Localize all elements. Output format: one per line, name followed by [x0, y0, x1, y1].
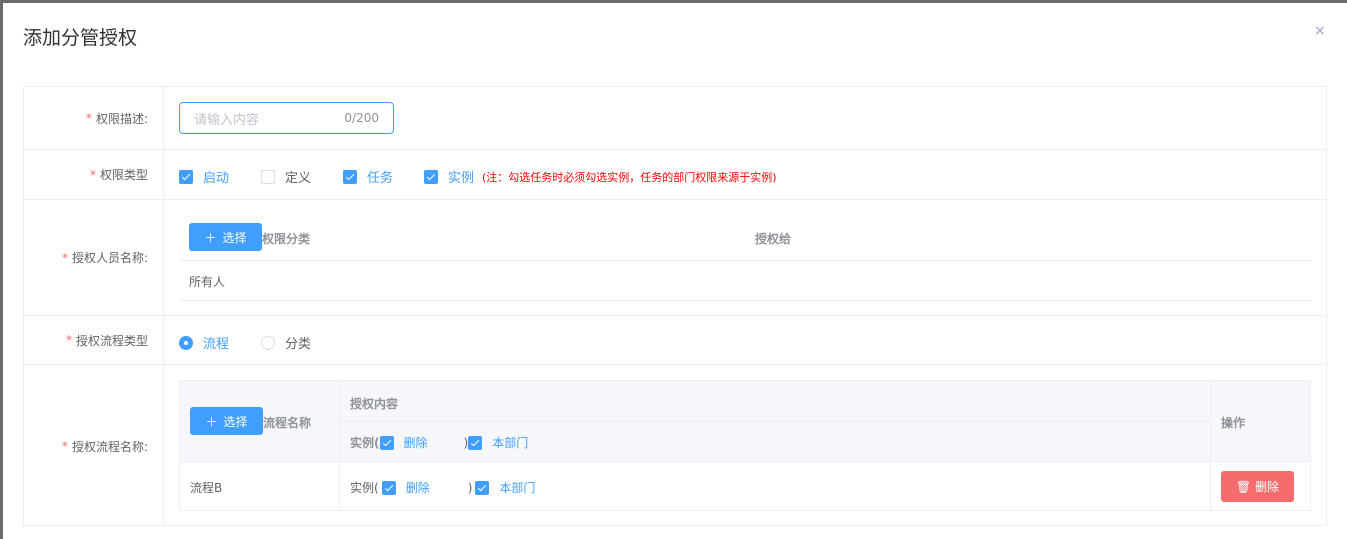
- checkbox-start[interactable]: 启动: [179, 167, 229, 186]
- dept-label: 本部门: [499, 481, 536, 495]
- row-content-options: 实例( 删除 ) 本部门: [350, 479, 535, 496]
- delete-label: 删除: [403, 436, 428, 450]
- table-row-category: 所有人: [189, 275, 226, 289]
- required-mark: *: [61, 439, 68, 453]
- instance-prefix: 实例(: [350, 481, 379, 495]
- delete-row-button[interactable]: 🗑 删除: [1221, 471, 1294, 502]
- button-label: 选择: [223, 414, 248, 429]
- close-icon[interactable]: ×: [1314, 23, 1326, 39]
- checkbox-icon[interactable]: [261, 169, 275, 184]
- label: 权限类型: [99, 168, 148, 182]
- plus-icon: ＋: [205, 414, 218, 429]
- close-paren: ): [467, 480, 473, 495]
- select-flows-button[interactable]: ＋ 选择: [190, 407, 263, 435]
- permission-description-input[interactable]: 请输入内容 0/200: [179, 102, 394, 134]
- checkbox-define[interactable]: 定义: [261, 167, 311, 186]
- required-mark: *: [65, 333, 72, 347]
- flows-table: ＋ 选择 流程名称 授权内容 操作 实例( 删除 ) 本部门 流程B 实例( 删除…: [179, 380, 1311, 511]
- checkbox-task[interactable]: 任务: [343, 167, 393, 186]
- permission-type-note: (注：勾选任务时必须勾选实例，任务的部门权限来源于实例): [482, 171, 777, 184]
- row-dept-checkbox[interactable]: [475, 480, 490, 495]
- row-flow-type: * 授权流程类型 流程 分类: [24, 316, 1326, 365]
- checkbox-icon[interactable]: [179, 169, 193, 184]
- select-persons-button[interactable]: ＋ 选择: [189, 223, 262, 251]
- button-label: 选择: [222, 230, 247, 245]
- header-delete-checkbox[interactable]: [379, 435, 394, 450]
- delete-label: 删除: [405, 481, 430, 495]
- radio-icon[interactable]: [179, 335, 193, 350]
- checkbox-icon[interactable]: [424, 169, 438, 184]
- column-header-action: 操作: [1221, 416, 1246, 430]
- label: 权限描述:: [95, 111, 148, 126]
- column-header-category: 权限分类: [262, 232, 311, 246]
- instance-prefix: 实例(: [350, 436, 380, 450]
- dialog-title: 添加分管授权: [23, 27, 138, 49]
- label: 授权人员名称:: [71, 251, 148, 265]
- label: 授权流程名称:: [71, 439, 148, 454]
- required-mark: *: [85, 111, 92, 125]
- radio-flow[interactable]: 流程: [179, 333, 229, 352]
- radio-label: 流程: [203, 337, 230, 352]
- header-dept-checkbox[interactable]: [468, 435, 483, 450]
- authorization-form: * 权限描述: 请输入内容 0/200 * 权限类型 启动 定义 任务 实例 (注：…: [23, 86, 1327, 527]
- checkbox-label: 任务: [367, 171, 394, 186]
- flow-name-cell: 流程B: [190, 481, 223, 495]
- radio-label: 分类: [285, 337, 312, 352]
- column-header-granted-to: 授权给: [755, 232, 792, 246]
- trash-icon: 🗑: [1235, 479, 1252, 494]
- button-label: 删除: [1255, 480, 1280, 494]
- radio-icon[interactable]: [261, 335, 275, 350]
- row-flows: * 授权流程名称: ＋ 选择 流程名称 授权内容 操作 实例( 删除 ) 本部门 流…: [24, 365, 1326, 527]
- row-authorized-persons: * 授权人员名称: ＋ 选择 权限分类 授权给 所有人: [24, 200, 1326, 316]
- placeholder: 请输入内容: [194, 112, 260, 128]
- row-delete-checkbox[interactable]: [381, 480, 396, 495]
- checkbox-label: 启动: [203, 171, 230, 186]
- checkbox-instance[interactable]: 实例: [424, 167, 474, 186]
- radio-category[interactable]: 分类: [261, 333, 311, 352]
- add-authorization-dialog: 添加分管授权 × * 权限描述: 请输入内容 0/200 * 权限类型 启动 定义 …: [3, 3, 1347, 539]
- char-counter: 0/200: [344, 111, 379, 125]
- column-header-flow-name: 流程名称: [263, 416, 312, 430]
- header-content-options: 实例( 删除 ) 本部门: [350, 434, 528, 451]
- required-mark: *: [89, 167, 96, 182]
- required-mark: *: [61, 250, 68, 265]
- column-header-content: 授权内容: [350, 397, 399, 411]
- dept-label: 本部门: [492, 436, 529, 450]
- label: 授权流程类型: [75, 333, 148, 348]
- checkbox-label: 定义: [285, 171, 312, 186]
- row-permission-type: * 权限类型 启动 定义 任务 实例 (注：勾选任务时必须勾选实例，任务的部门权限…: [24, 150, 1326, 200]
- checkbox-label: 实例: [448, 171, 475, 186]
- persons-table: ＋ 选择 权限分类 授权给 所有人: [179, 200, 1311, 315]
- row-permission-description: * 权限描述: 请输入内容 0/200: [24, 87, 1326, 150]
- checkbox-icon[interactable]: [343, 169, 357, 184]
- plus-icon: ＋: [204, 230, 217, 245]
